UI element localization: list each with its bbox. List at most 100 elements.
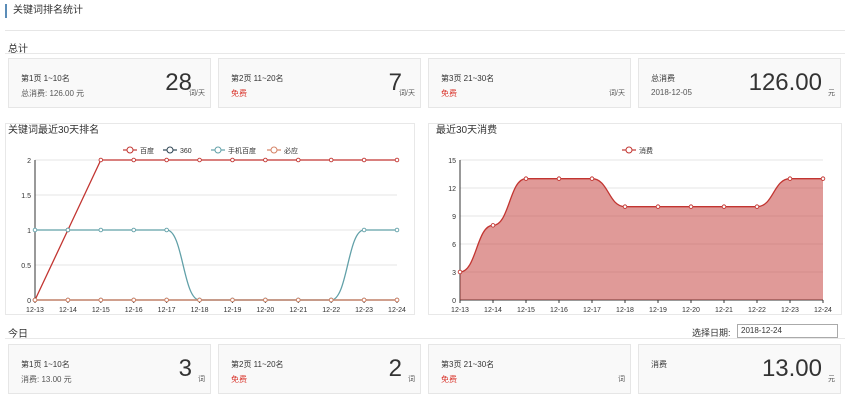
- card-value: 126.00: [748, 69, 822, 96]
- chart-title: 关键词最近30天排名: [8, 123, 99, 136]
- card-label: 第3页 21~30名: [441, 360, 495, 369]
- x-tick-label: 12-23: [781, 307, 799, 314]
- summary-card-page3: 第3页 21~30名 免费 词/天: [428, 58, 631, 108]
- date-picker-label: 选择日期:: [692, 328, 731, 338]
- x-tick-label: 12-16: [125, 307, 143, 314]
- y-tick-label: 0.5: [21, 263, 31, 270]
- data-point: [230, 157, 235, 163]
- data-point: [394, 157, 400, 163]
- card-label: 第2页 11~20名: [231, 74, 284, 83]
- card-unit: 元: [828, 90, 835, 97]
- card-sub: 免费: [231, 375, 247, 384]
- data-point: [131, 297, 136, 303]
- data-point: [296, 297, 301, 303]
- chart-title: 最近30天消费: [436, 123, 497, 136]
- data-point: [197, 157, 202, 163]
- y-tick-label: 15: [448, 158, 456, 165]
- card-label: 消费: [651, 360, 667, 369]
- card-value: 28: [165, 69, 192, 96]
- x-tick-label: 12-17: [158, 307, 176, 314]
- x-tick-label: 12-17: [583, 307, 601, 314]
- y-tick-label: 3: [452, 270, 456, 277]
- x-tick-label: 12-18: [191, 307, 209, 314]
- data-point: [721, 204, 727, 209]
- legend-label-消费: 消费: [639, 146, 653, 155]
- data-point: [32, 297, 38, 303]
- data-point: [394, 297, 400, 303]
- data-point: [131, 227, 136, 233]
- data-point: [622, 204, 628, 209]
- card-unit: 元: [828, 376, 835, 383]
- x-tick-label: 12-14: [59, 307, 77, 314]
- card-label: 第1页 1~10名: [21, 360, 70, 369]
- x-tick-label: 12-22: [322, 307, 340, 314]
- card-label: 第3页 21~30名: [441, 74, 495, 83]
- summary-card-total: 总消费 2018-12-05 126.00 元: [638, 58, 841, 108]
- data-point: [197, 297, 202, 303]
- x-tick-label: 12-24: [388, 307, 406, 314]
- card-sub: 免费: [441, 89, 457, 98]
- data-point: [820, 176, 826, 181]
- x-tick-label: 12-16: [550, 307, 568, 314]
- summary-card-page1: 第1页 1~10名 总消费: 126.00 元 28 词/天: [8, 58, 211, 108]
- data-point: [263, 297, 268, 303]
- data-point: [556, 176, 562, 181]
- card-sub: 消费: 13.00 元: [21, 375, 72, 384]
- x-tick-label: 12-13: [26, 307, 44, 314]
- data-point: [328, 297, 334, 303]
- data-point: [164, 157, 169, 163]
- data-point: [523, 176, 529, 181]
- x-tick-label: 12-23: [355, 307, 373, 314]
- data-point: [328, 157, 334, 163]
- title-divider: [5, 30, 845, 31]
- x-tick-label: 12-15: [517, 307, 535, 314]
- x-tick-label: 12-21: [289, 307, 307, 314]
- legend-marker: [625, 146, 633, 154]
- data-point: [98, 157, 104, 163]
- card-sub: 2018-12-05: [651, 88, 692, 97]
- spend-chart-panel: 最近30天消费 0 3 6 9 12 15 12-13 12-14 12-15 12-16 12-17…: [428, 123, 842, 315]
- card-sub: 免费: [231, 89, 247, 98]
- data-point: [754, 204, 760, 209]
- data-point: [688, 204, 694, 209]
- card-unit: 词: [198, 376, 205, 383]
- y-tick-label: 1.5: [21, 193, 31, 200]
- ranking-chart: 关键词最近30天排名 0 0.5 1 1.5 2 12-13 12-14 12-15 12-16 1…: [5, 123, 415, 315]
- data-point: [164, 227, 169, 233]
- card-value: 3: [178, 355, 192, 382]
- data-point: [98, 297, 104, 303]
- y-tick-label: 0: [27, 298, 31, 305]
- card-label: 总消费: [651, 74, 675, 83]
- card-unit: 词: [618, 376, 625, 383]
- y-tick-label: 1: [27, 228, 31, 235]
- x-tick-label: 12-19: [649, 307, 667, 314]
- today-card-page3: 第3页 21~30名 免费 词: [428, 344, 631, 394]
- data-point: [65, 297, 71, 303]
- data-point: [457, 269, 463, 275]
- y-tick-label: 6: [452, 242, 456, 249]
- data-point: [263, 157, 268, 163]
- x-tick-label: 12-14: [484, 307, 502, 314]
- data-point: [296, 157, 301, 163]
- legend-marker: [214, 146, 222, 154]
- y-tick-label: 2: [27, 158, 31, 165]
- summary-divider: [5, 53, 845, 54]
- date-picker-input[interactable]: 2018-12-24: [737, 324, 838, 338]
- legend-label-百度: 百度: [140, 146, 154, 155]
- x-tick-label: 12-15: [92, 307, 110, 314]
- legend-label-必应: 必应: [284, 146, 298, 155]
- card-label: 第1页 1~10名: [21, 74, 70, 83]
- today-card-page1: 第1页 1~10名 消费: 13.00 元 3 词: [8, 344, 211, 394]
- page-title: 关键词排名统计: [5, 4, 83, 18]
- summary-card-page2: 第2页 11~20名 免费 7 词/天: [218, 58, 421, 108]
- y-tick-label: 9: [452, 214, 456, 221]
- data-point: [65, 227, 71, 233]
- today-card-spend: 消费 13.00 元: [638, 344, 841, 394]
- card-unit: 词: [408, 376, 415, 383]
- spend-chart: 最近30天消费 0 3 6 9 12 15 12-13 12-14 12-15 12-16 12-17…: [428, 123, 842, 315]
- today-card-page2: 第2页 11~20名 免费 2 词: [218, 344, 421, 394]
- x-tick-label: 12-24: [814, 307, 832, 314]
- data-point: [787, 176, 793, 181]
- legend-marker: [270, 146, 278, 154]
- y-tick-label: 12: [448, 186, 456, 193]
